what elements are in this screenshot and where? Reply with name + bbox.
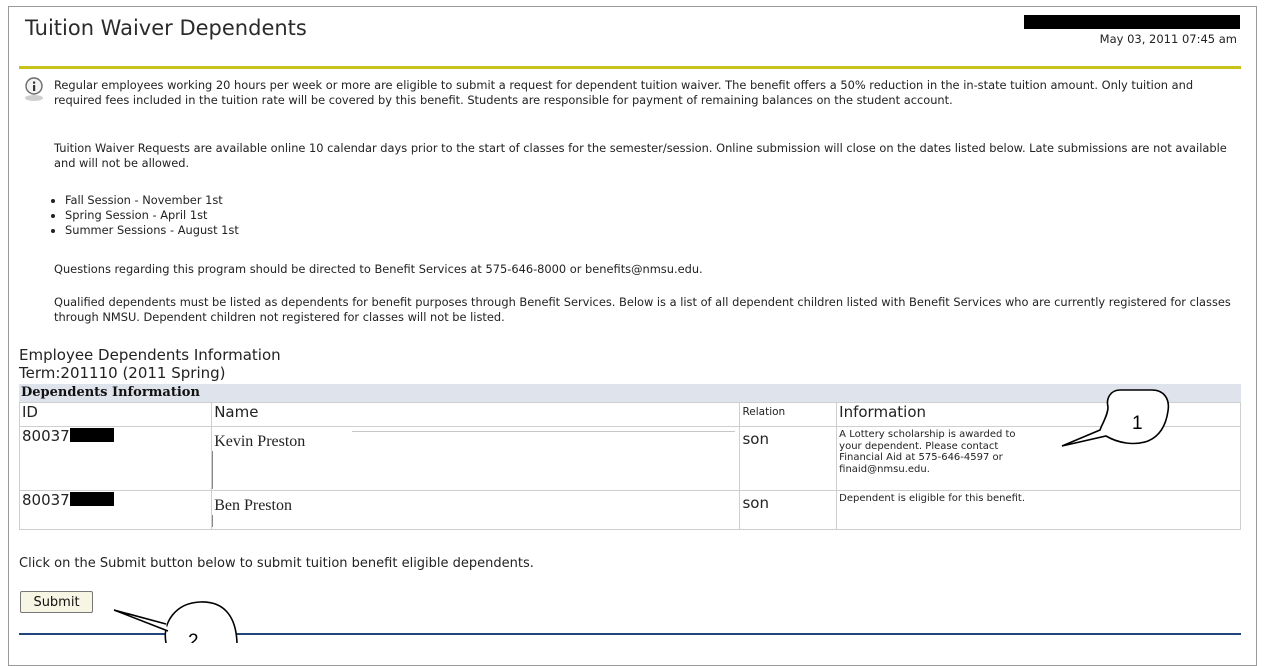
callout-1: 1 bbox=[1061, 389, 1170, 447]
callout-bubble bbox=[164, 601, 238, 643]
callout-2: 2 bbox=[113, 601, 238, 643]
callout-bubble bbox=[1061, 389, 1170, 447]
callout-number-1: 1 bbox=[1132, 413, 1143, 434]
callout-pointer bbox=[113, 609, 169, 632]
callout-number-2: 2 bbox=[188, 631, 199, 643]
callout-overlay: 1 2 bbox=[113, 389, 1170, 643]
